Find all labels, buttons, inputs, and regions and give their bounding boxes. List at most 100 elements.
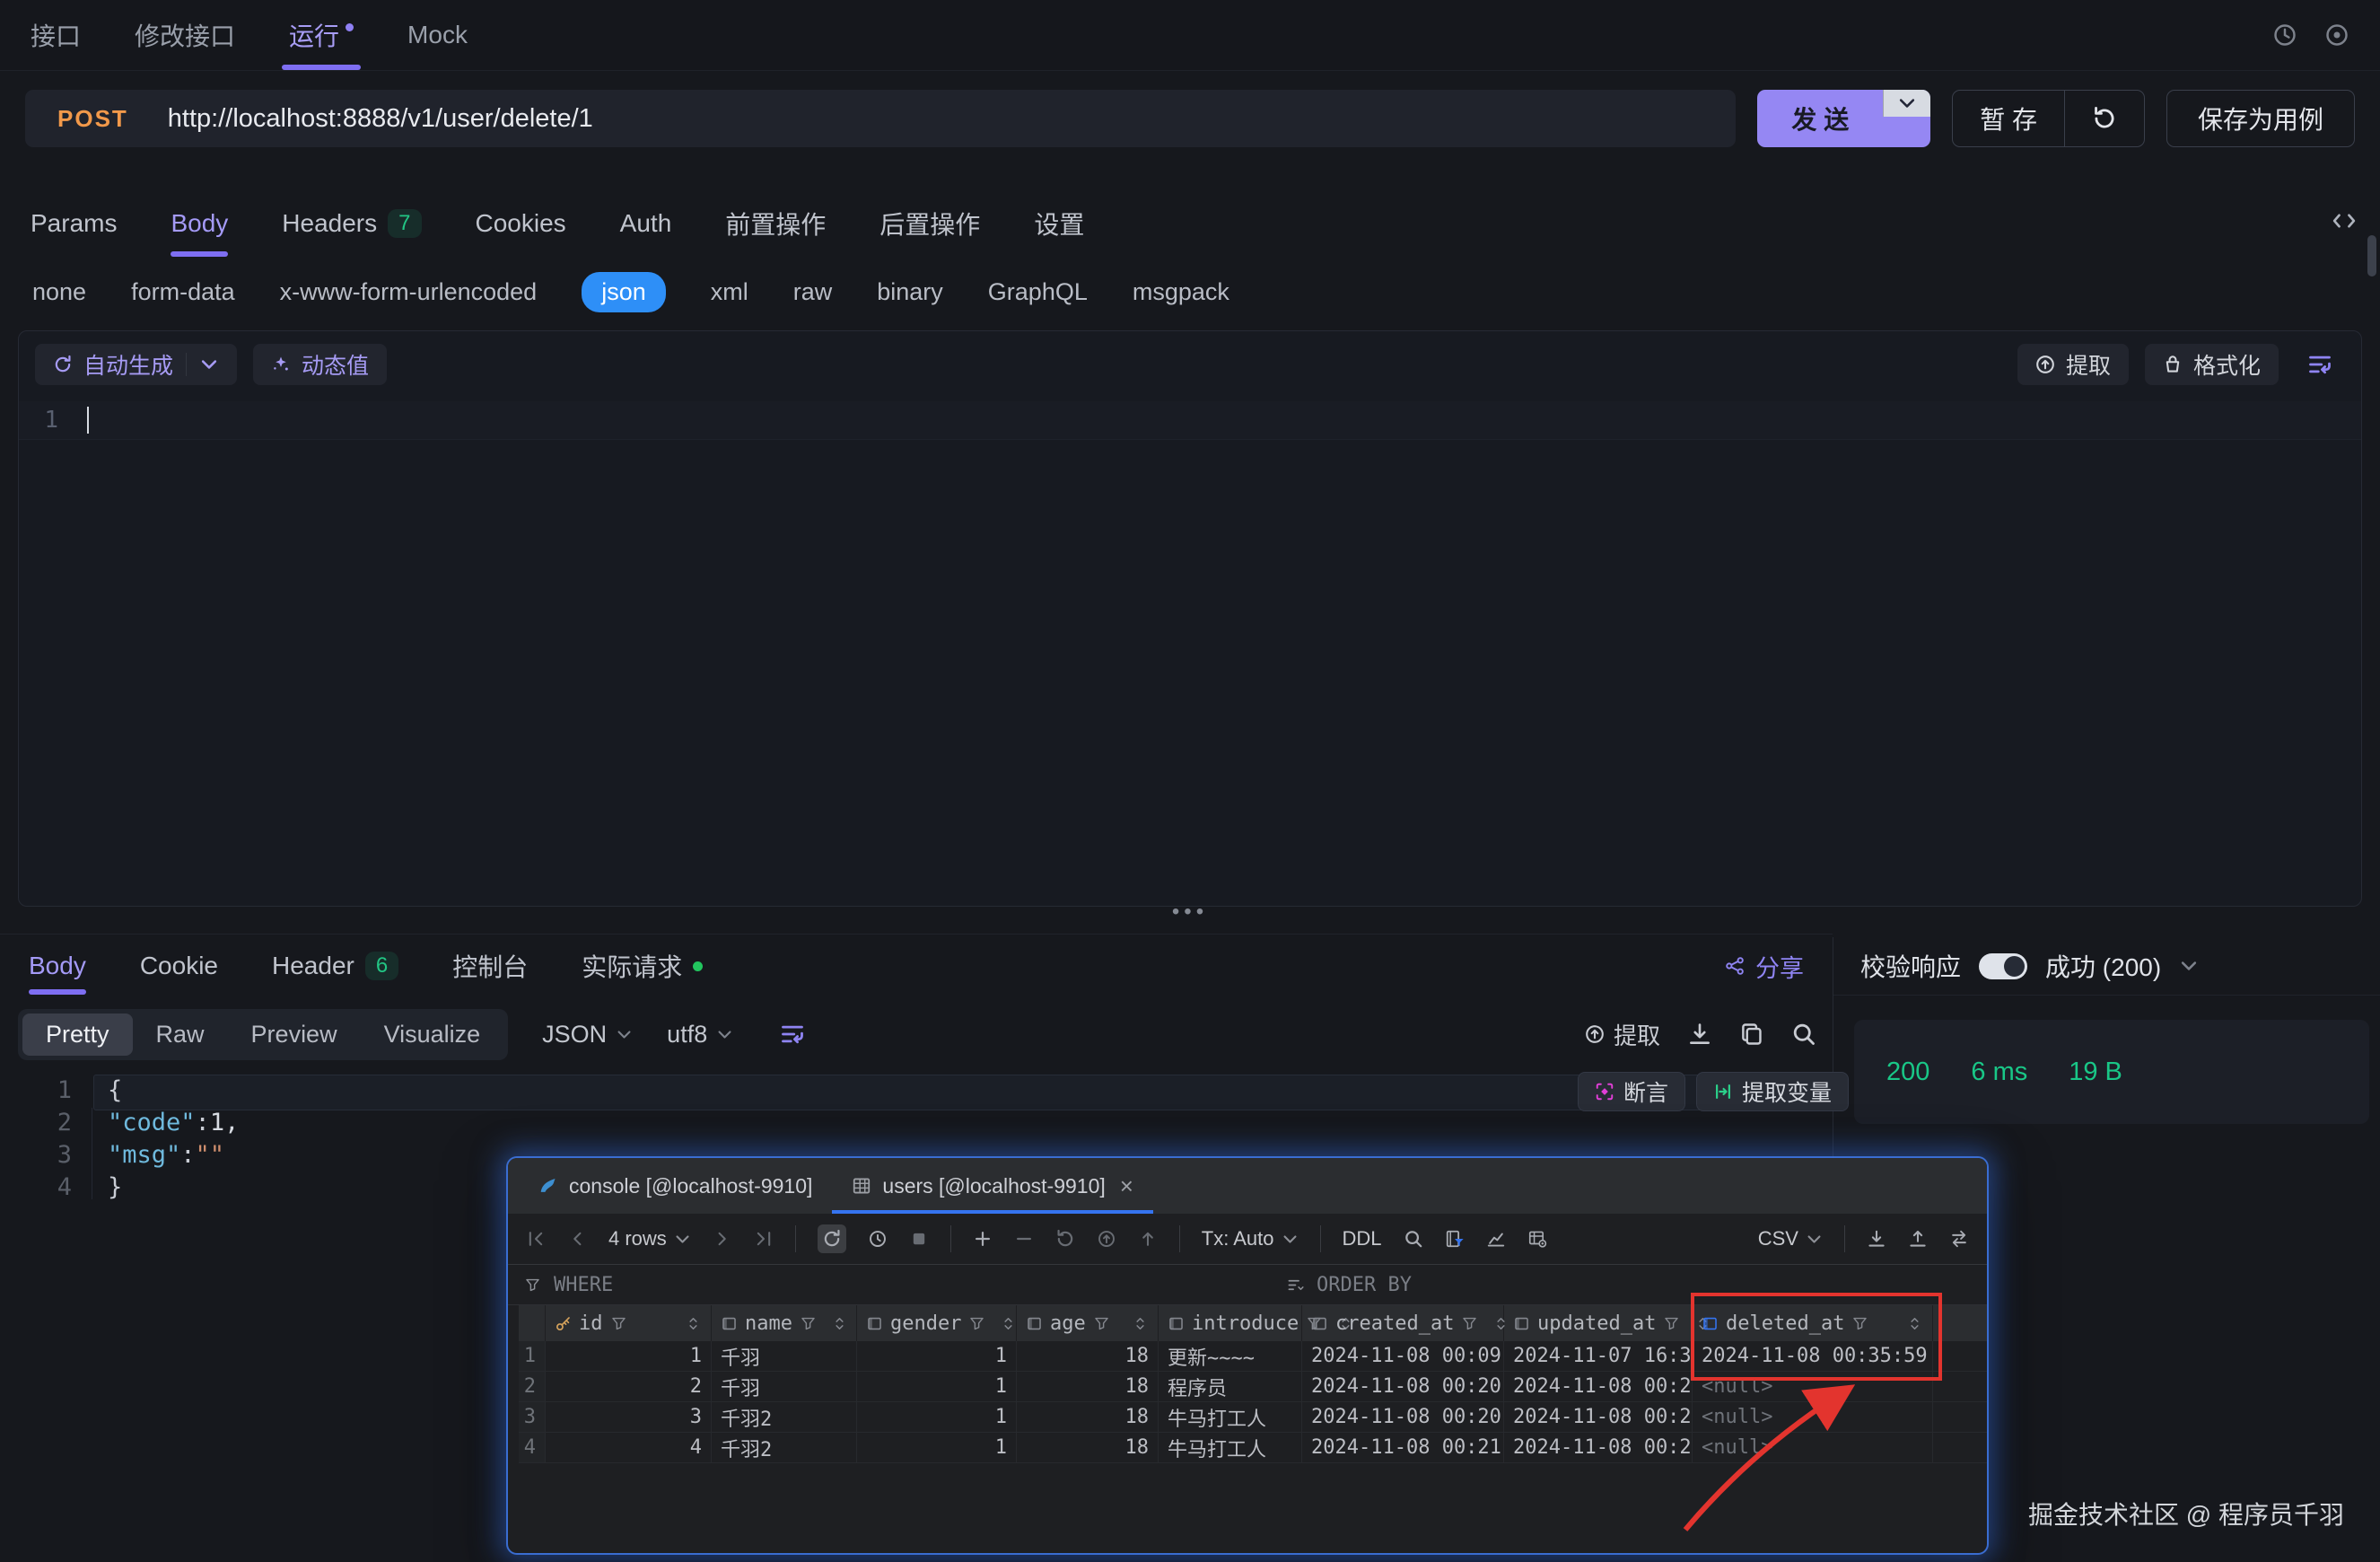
body-type-msgpack[interactable]: msgpack bbox=[1133, 278, 1229, 306]
column-header-created_at[interactable]: created_at bbox=[1302, 1305, 1504, 1341]
cell-created_at[interactable]: 2024-11-08 00:09:13 bbox=[1302, 1341, 1504, 1371]
cell-created_at[interactable]: 2024-11-08 00:20:53 bbox=[1302, 1402, 1504, 1432]
send-options-button[interactable] bbox=[1883, 90, 1930, 117]
column-header-gender[interactable]: gender bbox=[857, 1305, 1017, 1341]
request-tab-1[interactable]: Body bbox=[171, 190, 228, 257]
submit-icon[interactable] bbox=[1138, 1229, 1158, 1249]
wrap-lines-button[interactable] bbox=[2295, 344, 2345, 385]
url-input[interactable]: POST http://localhost:8888/v1/user/delet… bbox=[25, 90, 1736, 147]
where-input[interactable]: WHERE bbox=[554, 1274, 613, 1296]
schedule-refresh-icon[interactable] bbox=[868, 1229, 888, 1249]
reload-data-button[interactable] bbox=[818, 1224, 846, 1253]
filter-table-icon[interactable] bbox=[1445, 1229, 1465, 1249]
assert-button[interactable]: 断言 bbox=[1578, 1072, 1685, 1111]
ddl-button[interactable]: DDL bbox=[1343, 1227, 1382, 1250]
next-page-icon[interactable] bbox=[713, 1229, 732, 1249]
rows-count-select[interactable]: 4 rows bbox=[608, 1227, 691, 1250]
response-tab-3[interactable]: 控制台 bbox=[452, 937, 528, 995]
cell-name[interactable]: 千羽2 bbox=[712, 1402, 857, 1432]
commit-icon[interactable] bbox=[1097, 1229, 1116, 1249]
cell-updated_at[interactable]: 2024-11-07 16:35:59 bbox=[1504, 1341, 1693, 1371]
add-row-icon[interactable] bbox=[973, 1229, 993, 1249]
stop-icon[interactable] bbox=[909, 1229, 929, 1249]
cell-created_at[interactable]: 2024-11-08 00:21:26 bbox=[1302, 1433, 1504, 1462]
response-tab-1[interactable]: Cookie bbox=[140, 937, 218, 995]
auto-generate-button[interactable]: 自动生成 bbox=[35, 344, 237, 385]
body-type-GraphQL[interactable]: GraphQL bbox=[988, 278, 1088, 306]
request-tab-2[interactable]: Headers7 bbox=[282, 190, 421, 257]
response-tab-2[interactable]: Header6 bbox=[272, 937, 398, 995]
response-tab-4[interactable]: 实际请求 bbox=[582, 937, 703, 995]
export-icon[interactable] bbox=[1908, 1229, 1928, 1249]
cell-age[interactable]: 18 bbox=[1017, 1433, 1159, 1462]
send-button[interactable]: 发 送 bbox=[1757, 90, 1883, 147]
column-header-updated_at[interactable]: updated_at bbox=[1504, 1305, 1693, 1341]
cell-name[interactable]: 千羽 bbox=[712, 1341, 857, 1371]
column-header-deleted_at[interactable]: deleted_at bbox=[1693, 1305, 1933, 1341]
view-tab-visualize[interactable]: Visualize bbox=[361, 1014, 504, 1056]
body-type-none[interactable]: none bbox=[32, 278, 86, 306]
cell-updated_at[interactable]: 2024-11-08 00:20:53 bbox=[1504, 1402, 1693, 1432]
stash-button[interactable]: 暂 存 bbox=[1953, 91, 2064, 146]
column-header-age[interactable]: age bbox=[1017, 1305, 1159, 1341]
cell-created_at[interactable]: 2024-11-08 00:20:28 bbox=[1302, 1372, 1504, 1401]
request-tab-0[interactable]: Params bbox=[31, 190, 117, 257]
cell-gender[interactable]: 1 bbox=[857, 1433, 1017, 1462]
db-tab-1[interactable]: users [@localhost-9910]× bbox=[832, 1158, 1153, 1214]
cell-updated_at[interactable]: 2024-11-08 00:21:26 bbox=[1504, 1433, 1693, 1462]
dynamic-value-button[interactable]: 动态值 bbox=[253, 344, 387, 385]
validate-response-toggle[interactable] bbox=[1979, 953, 2027, 979]
cell-id[interactable]: 3 bbox=[546, 1402, 712, 1432]
wrap-lines-button[interactable] bbox=[767, 1014, 818, 1055]
extract-variable-button[interactable]: 提取变量 bbox=[1696, 1072, 1849, 1111]
url-text[interactable]: http://localhost:8888/v1/user/delete/1 bbox=[168, 104, 593, 134]
cell-id[interactable]: 2 bbox=[546, 1372, 712, 1401]
order-by-input[interactable]: ORDER BY bbox=[1317, 1274, 1412, 1296]
cell-age[interactable]: 18 bbox=[1017, 1402, 1159, 1432]
search-icon[interactable] bbox=[1404, 1229, 1423, 1249]
view-tab-preview[interactable]: Preview bbox=[228, 1014, 361, 1056]
cell-introduce[interactable]: 牛马打工人 bbox=[1159, 1433, 1302, 1462]
download-icon[interactable] bbox=[1687, 1022, 1712, 1047]
chevron-down-icon[interactable] bbox=[2179, 956, 2199, 976]
topnav-tab-0[interactable]: 接口 bbox=[31, 0, 81, 70]
cell-gender[interactable]: 1 bbox=[857, 1402, 1017, 1432]
response-tab-0[interactable]: Body bbox=[29, 937, 86, 995]
body-type-form-data[interactable]: form-data bbox=[131, 278, 235, 306]
body-type-x-www-form-urlencoded[interactable]: x-www-form-urlencoded bbox=[280, 278, 538, 306]
view-tab-pretty[interactable]: Pretty bbox=[22, 1014, 133, 1056]
settings-icon[interactable] bbox=[2324, 22, 2349, 48]
previous-page-icon[interactable] bbox=[567, 1229, 587, 1249]
request-tab-4[interactable]: Auth bbox=[620, 190, 672, 257]
column-header-introduce[interactable]: introduce bbox=[1159, 1305, 1302, 1341]
format-button[interactable]: 格式化 bbox=[2145, 344, 2279, 385]
request-tab-6[interactable]: 后置操作 bbox=[879, 190, 980, 257]
body-type-binary[interactable]: binary bbox=[877, 278, 943, 306]
cell-deleted_at[interactable]: <null> bbox=[1693, 1402, 1933, 1432]
extract-button[interactable]: 提取 bbox=[2017, 344, 2129, 385]
body-type-json[interactable]: json bbox=[582, 272, 666, 312]
cell-name[interactable]: 千羽2 bbox=[712, 1433, 857, 1462]
cell-introduce[interactable]: 程序员 bbox=[1159, 1372, 1302, 1401]
request-tab-3[interactable]: Cookies bbox=[476, 190, 566, 257]
save-as-case-button[interactable]: 保存为用例 bbox=[2166, 90, 2355, 147]
topnav-tab-3[interactable]: Mock bbox=[407, 0, 468, 70]
share-button[interactable]: 分享 bbox=[1725, 949, 1804, 984]
cell-age[interactable]: 18 bbox=[1017, 1341, 1159, 1371]
cell-deleted_at[interactable]: 2024-11-08 00:35:59 bbox=[1693, 1341, 1933, 1371]
encoding-select[interactable]: utf8 bbox=[667, 1021, 733, 1049]
export-format-select[interactable]: CSV bbox=[1758, 1227, 1823, 1250]
cell-id[interactable]: 1 bbox=[546, 1341, 712, 1371]
chevron-down-icon[interactable] bbox=[199, 355, 219, 374]
last-page-icon[interactable] bbox=[754, 1229, 774, 1249]
table-settings-icon[interactable] bbox=[1527, 1229, 1547, 1249]
format-select[interactable]: JSON bbox=[542, 1021, 633, 1049]
search-icon[interactable] bbox=[1791, 1022, 1816, 1047]
request-tab-7[interactable]: 设置 bbox=[1034, 190, 1084, 257]
first-page-icon[interactable] bbox=[526, 1229, 546, 1249]
copy-icon[interactable] bbox=[1739, 1022, 1764, 1047]
cell-deleted_at[interactable]: <null> bbox=[1693, 1372, 1933, 1401]
reset-button[interactable] bbox=[2065, 91, 2144, 146]
editor-line-1[interactable]: 1 bbox=[19, 401, 2361, 440]
extract-button[interactable]: 提取 bbox=[1585, 1018, 1660, 1051]
